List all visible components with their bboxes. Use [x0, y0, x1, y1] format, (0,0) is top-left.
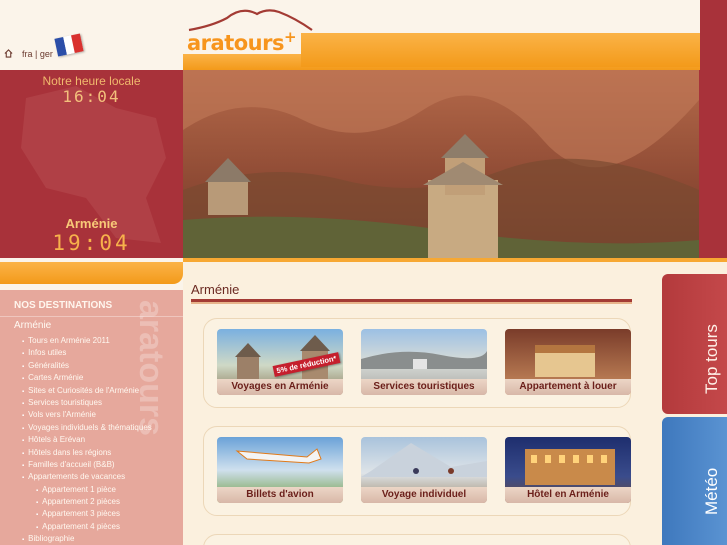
card-label: Appartement à louer — [505, 379, 631, 395]
nav-item[interactable]: Infos utiles — [22, 348, 152, 360]
language-switcher: fra | ger — [22, 49, 53, 59]
nav-subitem[interactable]: Appartement 3 pièces — [22, 509, 152, 521]
left-column: fra | ger Notre heure locale 16:04 Armén… — [0, 0, 183, 545]
top-bar: fra | ger — [0, 0, 183, 70]
header: aratours+ — [183, 0, 727, 70]
card-row-2: Billets d'avion Voyage individuel Hôtel … — [203, 426, 631, 516]
card-label: Voyage individuel — [361, 487, 487, 503]
noravank-monastery-photo — [183, 70, 699, 258]
armenia-time-label: Arménie — [65, 216, 118, 231]
main-content: Arménie 5% de réduction* Voyages en Armé… — [183, 262, 662, 545]
lang-separator: | — [35, 49, 38, 59]
nav-item[interactable]: Hôtels à Erévan — [22, 435, 152, 447]
tab-top-tours-label: Top tours — [702, 324, 721, 394]
nav-item[interactable]: Vols vers l'Arménie — [22, 410, 152, 422]
tab-top-tours[interactable]: Top tours — [662, 274, 727, 414]
hero-image — [183, 70, 699, 258]
clock-panel: Notre heure locale 16:04 Arménie 19:04 — [0, 70, 183, 258]
nav-item[interactable]: Familles d'accueil (B&B) — [22, 460, 152, 472]
nav-item[interactable]: Hôtels dans les régions — [22, 448, 152, 460]
card-label: Services touristiques — [361, 379, 487, 395]
home-icon[interactable] — [4, 49, 13, 58]
lang-fr-link[interactable]: fra — [22, 49, 33, 59]
nav-subitem[interactable]: Appartement 1 pièce — [22, 485, 152, 497]
armenia-time-value: 19:04 — [52, 231, 131, 255]
nav-subitem[interactable]: Appartement 2 pièces — [22, 497, 152, 509]
nav-divider — [0, 316, 183, 317]
card-row-3 — [203, 534, 631, 545]
card-voyage-individuel[interactable]: Voyage individuel — [361, 437, 487, 503]
local-time-label: Notre heure locale — [42, 74, 141, 88]
left-orange-divider — [0, 262, 183, 284]
local-time-value: 16:04 — [62, 87, 121, 106]
nav-item[interactable]: Généralités — [22, 361, 152, 373]
nav-current-destination[interactable]: Arménie — [14, 320, 51, 331]
nav-item[interactable]: Bibliographie — [22, 534, 152, 545]
card-voyages-armenie[interactable]: 5% de réduction* Voyages en Arménie — [217, 329, 343, 395]
logo-plus: + — [283, 28, 297, 46]
aratours-logo[interactable]: aratours+ — [187, 28, 297, 55]
nav-item[interactable]: Voyages individuels & thématiques — [22, 423, 152, 435]
card-row-1: 5% de réduction* Voyages en Arménie Serv… — [203, 318, 631, 408]
card-label: Voyages en Arménie — [217, 379, 343, 395]
tab-meteo-label: Météo — [702, 467, 721, 515]
destinations-nav: aratours NOS DESTINATIONS Arménie Tours … — [0, 290, 183, 545]
card-hotel-armenie[interactable]: Hôtel en Arménie — [505, 437, 631, 503]
right-tabs: Top tours Météo — [662, 262, 727, 545]
nav-subitem[interactable]: Appartement 4 pièces — [22, 522, 152, 534]
nav-item[interactable]: Appartements de vacances — [22, 472, 152, 484]
lang-de-link[interactable]: ger — [40, 49, 53, 59]
nav-title: NOS DESTINATIONS — [14, 300, 113, 311]
card-services-touristiques[interactable]: Services touristiques — [361, 329, 487, 395]
header-right-block — [700, 0, 727, 70]
card-label: Hôtel en Arménie — [505, 487, 631, 503]
nav-item[interactable]: Cartes Arménie — [22, 373, 152, 385]
card-billets-avion[interactable]: Billets d'avion — [217, 437, 343, 503]
nav-item[interactable]: Tours en Arménie 2011 — [22, 336, 152, 348]
header-orange-bar — [301, 33, 700, 67]
title-underline — [191, 299, 632, 304]
french-flag-icon[interactable] — [54, 33, 84, 57]
card-appartement-louer[interactable]: Appartement à louer — [505, 329, 631, 395]
logo-text: aratours — [187, 31, 284, 55]
card-label: Billets d'avion — [217, 487, 343, 503]
nav-item[interactable]: Services touristiques — [22, 398, 152, 410]
nav-item[interactable]: Sites et Curiosités de l'Arménie — [22, 386, 152, 398]
hero-right-band — [699, 70, 727, 258]
nav-list: Tours en Arménie 2011Infos utilesGénéral… — [22, 336, 152, 545]
page-title: Arménie — [191, 282, 240, 297]
tab-meteo[interactable]: Météo — [662, 417, 727, 545]
